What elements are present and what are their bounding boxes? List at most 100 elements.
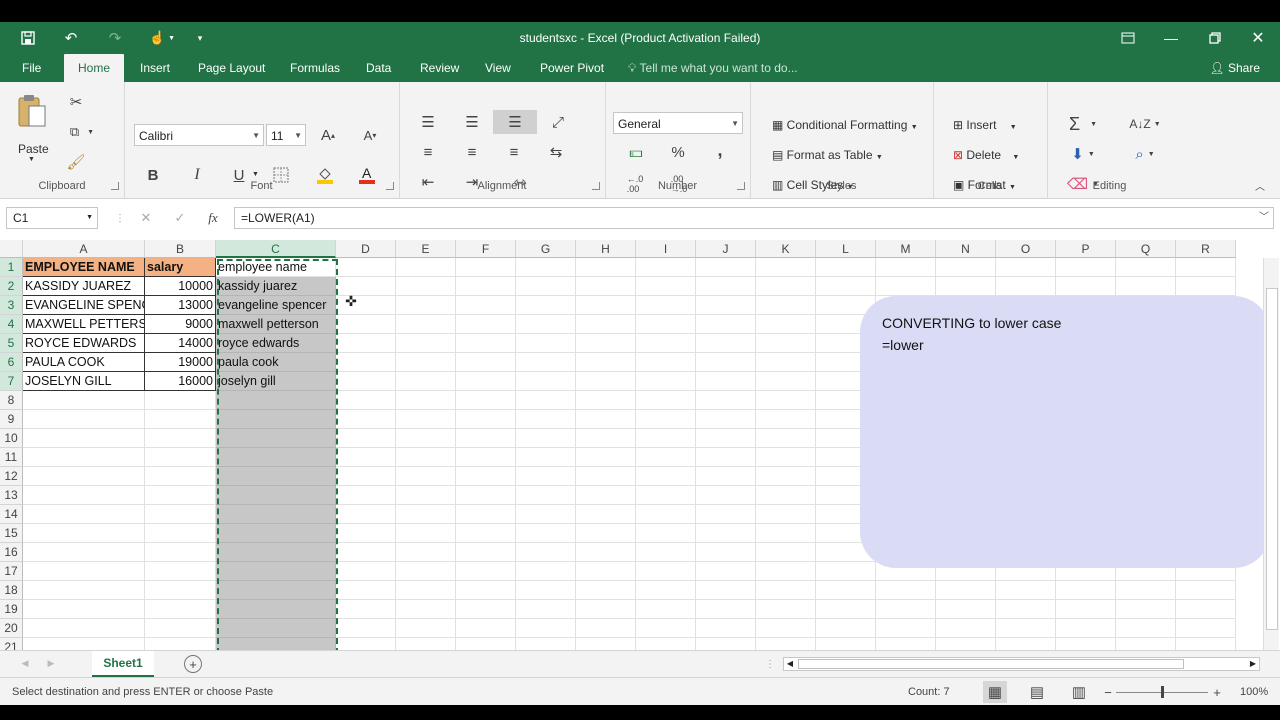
cell-e5[interactable]: [396, 334, 456, 353]
cell-a8[interactable]: [23, 391, 145, 410]
cell-c3[interactable]: evangeline spencer: [216, 296, 336, 315]
cell-f5[interactable]: [456, 334, 516, 353]
cell-g16[interactable]: [516, 543, 576, 562]
conditional-formatting-button[interactable]: ▦ Conditional Formatting ▼: [772, 118, 918, 132]
share-button[interactable]: 👤︎ Share: [1209, 54, 1260, 82]
cell-g18[interactable]: [516, 581, 576, 600]
cell-g19[interactable]: [516, 600, 576, 619]
cell-c4[interactable]: maxwell petterson: [216, 315, 336, 334]
confirm-entry-icon[interactable]: ✓: [170, 209, 190, 227]
cell-c1[interactable]: employee name: [216, 258, 336, 277]
cell-f20[interactable]: [456, 619, 516, 638]
cell-j20[interactable]: [696, 619, 756, 638]
cell-k1[interactable]: [756, 258, 816, 277]
cell-k7[interactable]: [756, 372, 816, 391]
cell-k11[interactable]: [756, 448, 816, 467]
wrap-text-icon[interactable]: ⇆: [545, 142, 567, 162]
cell-h13[interactable]: [576, 486, 636, 505]
cell-j1[interactable]: [696, 258, 756, 277]
underline-dropdown-icon[interactable]: ▼: [252, 171, 259, 178]
cell-e14[interactable]: [396, 505, 456, 524]
number-launcher-icon[interactable]: [737, 182, 745, 190]
cell-e16[interactable]: [396, 543, 456, 562]
cell-j4[interactable]: [696, 315, 756, 334]
prev-sheet-icon[interactable]: ◀: [18, 655, 32, 671]
cell-c16[interactable]: [216, 543, 336, 562]
close-icon[interactable]: ✕: [1243, 27, 1273, 49]
cell-d15[interactable]: [336, 524, 396, 543]
cell-j14[interactable]: [696, 505, 756, 524]
clipboard-launcher-icon[interactable]: [111, 182, 119, 190]
cell-f15[interactable]: [456, 524, 516, 543]
find-select-icon[interactable]: ⌕ ▼: [1127, 142, 1163, 166]
zoom-out-icon[interactable]: −: [1102, 683, 1114, 701]
cell-i5[interactable]: [636, 334, 696, 353]
cell-b9[interactable]: [145, 410, 216, 429]
cell-b3[interactable]: 13000: [145, 296, 216, 315]
cell-a12[interactable]: [23, 467, 145, 486]
cell-l21[interactable]: [816, 638, 876, 650]
page-break-view-icon[interactable]: ▥: [1068, 681, 1090, 703]
cell-h16[interactable]: [576, 543, 636, 562]
cell-a16[interactable]: [23, 543, 145, 562]
cell-h8[interactable]: [576, 391, 636, 410]
cell-g10[interactable]: [516, 429, 576, 448]
cell-d21[interactable]: [336, 638, 396, 650]
fill-icon[interactable]: ⬇ ▼: [1065, 142, 1101, 166]
column-header-m[interactable]: M: [876, 240, 936, 258]
tab-review[interactable]: Review: [412, 54, 467, 82]
vertical-scrollbar[interactable]: [1263, 258, 1279, 650]
insert-function-icon[interactable]: fx: [202, 209, 224, 227]
cell-f4[interactable]: [456, 315, 516, 334]
cell-h5[interactable]: [576, 334, 636, 353]
cell-m1[interactable]: [876, 258, 936, 277]
cell-n18[interactable]: [936, 581, 996, 600]
cell-i6[interactable]: [636, 353, 696, 372]
cell-g1[interactable]: [516, 258, 576, 277]
cell-m20[interactable]: [876, 619, 936, 638]
add-sheet-button[interactable]: +: [184, 655, 202, 673]
cell-e20[interactable]: [396, 619, 456, 638]
cell-h11[interactable]: [576, 448, 636, 467]
cell-p1[interactable]: [1056, 258, 1116, 277]
cell-p20[interactable]: [1056, 619, 1116, 638]
cell-b12[interactable]: [145, 467, 216, 486]
cell-e3[interactable]: [396, 296, 456, 315]
page-layout-view-icon[interactable]: ▤: [1026, 681, 1048, 703]
cell-m19[interactable]: [876, 600, 936, 619]
cell-q20[interactable]: [1116, 619, 1176, 638]
column-header-b[interactable]: B: [145, 240, 216, 258]
cell-j3[interactable]: [696, 296, 756, 315]
cancel-entry-icon[interactable]: ✕: [136, 209, 156, 227]
row-header-16[interactable]: 16: [0, 543, 23, 562]
row-header-7[interactable]: 7: [0, 372, 23, 391]
cell-e2[interactable]: [396, 277, 456, 296]
cell-i14[interactable]: [636, 505, 696, 524]
cell-a10[interactable]: [23, 429, 145, 448]
cell-e13[interactable]: [396, 486, 456, 505]
scroll-left-icon[interactable]: ◀: [784, 658, 796, 670]
cell-h21[interactable]: [576, 638, 636, 650]
cell-f16[interactable]: [456, 543, 516, 562]
cell-a1[interactable]: EMPLOYEE NAME: [23, 258, 145, 277]
cell-c2[interactable]: kassidy juarez: [216, 277, 336, 296]
restore-icon[interactable]: [1200, 27, 1230, 49]
cell-b1[interactable]: salary: [145, 258, 216, 277]
cell-a2[interactable]: KASSIDY JUAREZ: [23, 277, 145, 296]
column-header-f[interactable]: F: [456, 240, 516, 258]
tab-data[interactable]: Data: [358, 54, 399, 82]
cell-i11[interactable]: [636, 448, 696, 467]
cell-f14[interactable]: [456, 505, 516, 524]
cell-d17[interactable]: [336, 562, 396, 581]
cell-f13[interactable]: [456, 486, 516, 505]
cell-h19[interactable]: [576, 600, 636, 619]
cell-m21[interactable]: [876, 638, 936, 650]
increase-font-icon[interactable]: A ▴: [316, 124, 340, 146]
row-header-6[interactable]: 6: [0, 353, 23, 372]
cell-c20[interactable]: [216, 619, 336, 638]
cell-e12[interactable]: [396, 467, 456, 486]
cell-i20[interactable]: [636, 619, 696, 638]
cell-a7[interactable]: JOSELYN GILL: [23, 372, 145, 391]
cell-b8[interactable]: [145, 391, 216, 410]
cell-j10[interactable]: [696, 429, 756, 448]
